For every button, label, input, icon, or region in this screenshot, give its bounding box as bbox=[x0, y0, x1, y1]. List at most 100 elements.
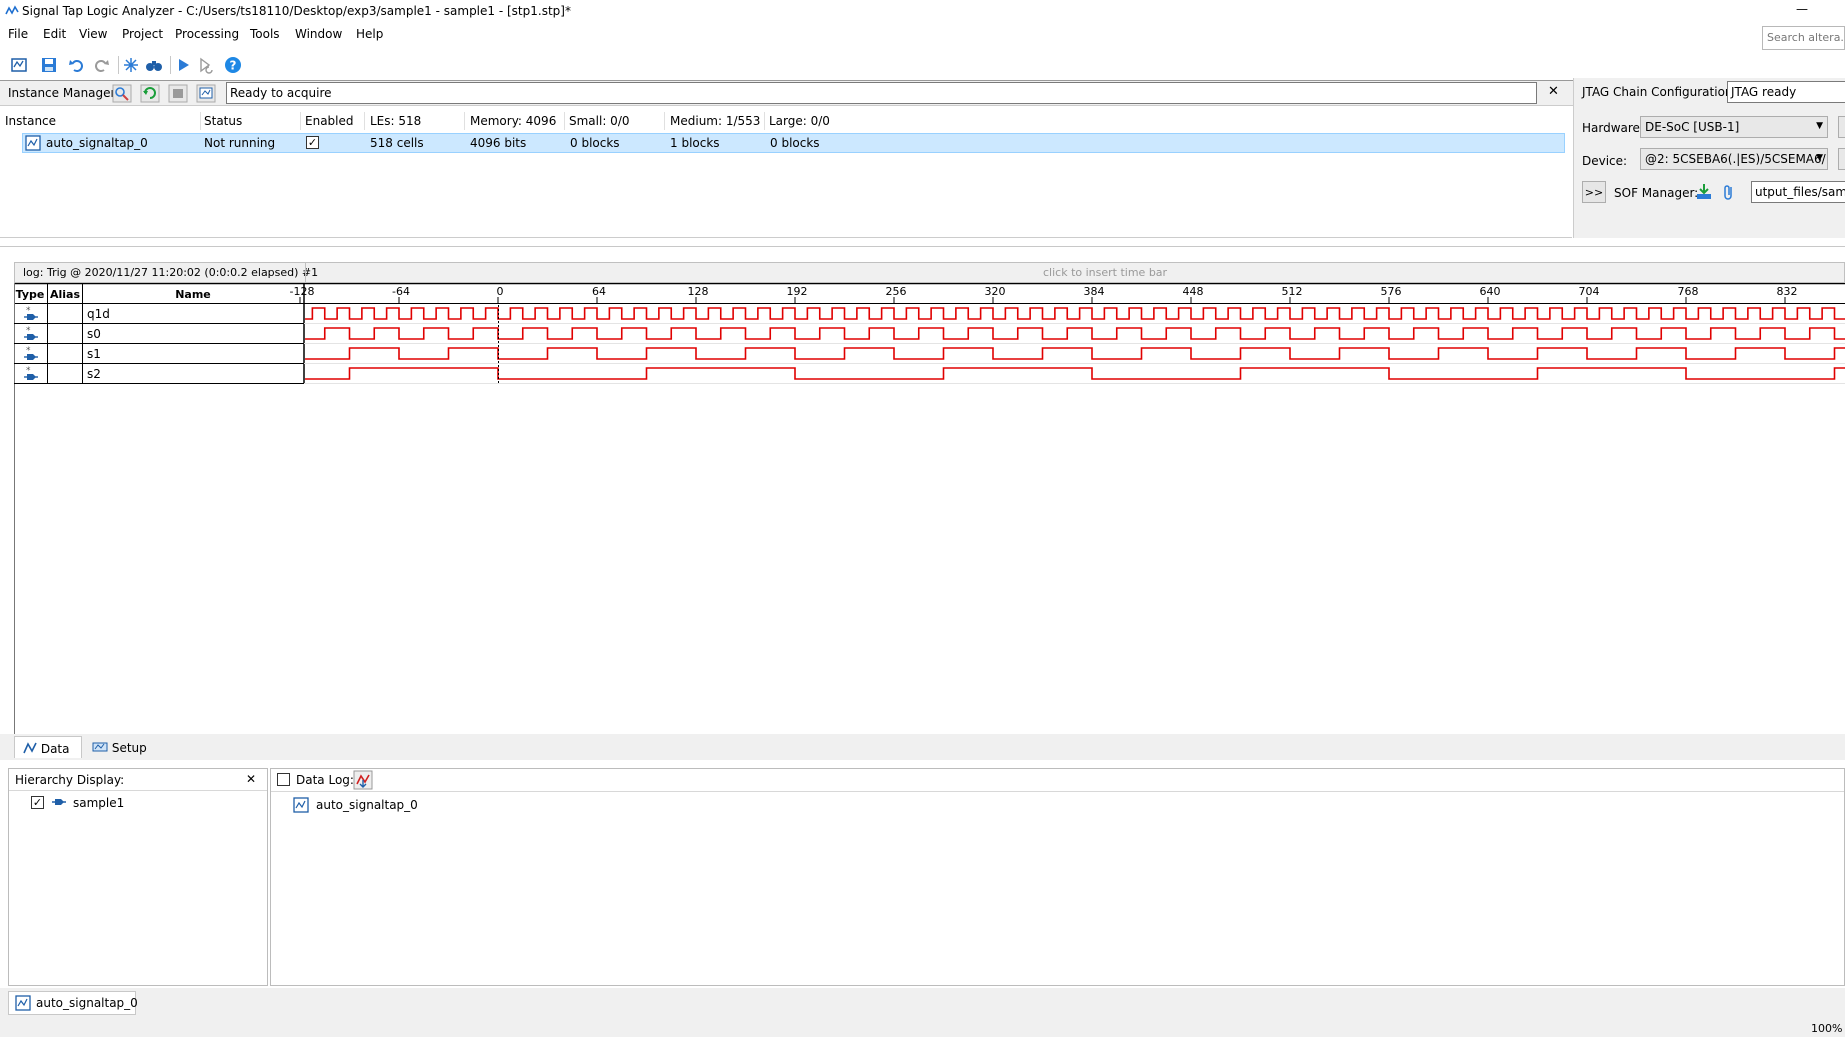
autorun-analysis-icon[interactable] bbox=[140, 84, 160, 103]
app-logo-icon bbox=[5, 5, 19, 15]
signal-name[interactable]: s1 bbox=[87, 347, 101, 361]
hardware-setup-button[interactable] bbox=[1838, 116, 1845, 138]
col-instance[interactable]: Instance bbox=[5, 114, 56, 128]
status-bar bbox=[0, 988, 1845, 1037]
col-enabled[interactable]: Enabled bbox=[305, 114, 354, 128]
menu-tools[interactable]: Tools bbox=[250, 27, 280, 41]
menu-bar: File Edit View Project Processing Tools … bbox=[0, 24, 1845, 46]
window-title: Signal Tap Logic Analyzer - C:/Users/ts1… bbox=[22, 4, 571, 18]
help-icon[interactable]: ? bbox=[224, 56, 242, 74]
svg-text:?: ? bbox=[230, 59, 237, 73]
setup-tab-icon bbox=[92, 742, 108, 752]
tick-label: 448 bbox=[1183, 285, 1204, 298]
jtag-status: JTAG ready bbox=[1731, 85, 1797, 99]
tick-label: 128 bbox=[688, 285, 709, 298]
tab-setup[interactable]: Setup bbox=[84, 736, 160, 758]
menu-window[interactable]: Window bbox=[295, 27, 342, 41]
data-log-item[interactable]: auto_signaltap_0 bbox=[316, 798, 418, 812]
instance-status: Not running bbox=[204, 136, 276, 150]
tick-label: 768 bbox=[1678, 285, 1699, 298]
hardware-value: DE-SoC [USB-1] bbox=[1645, 120, 1740, 134]
save-icon[interactable] bbox=[40, 56, 58, 74]
sof-manager-label: SOF Manager: bbox=[1614, 186, 1699, 200]
instance-icon[interactable] bbox=[10, 56, 28, 74]
menu-view[interactable]: View bbox=[79, 27, 107, 41]
tick-label: 256 bbox=[886, 285, 907, 298]
hierarchy-item-label[interactable]: sample1 bbox=[73, 796, 124, 810]
menu-project[interactable]: Project bbox=[122, 27, 163, 41]
search-input[interactable]: Search altera.com bbox=[1762, 26, 1845, 50]
menu-file[interactable]: File bbox=[8, 27, 28, 41]
hierarchy-item-checkbox[interactable]: ✓ bbox=[31, 796, 44, 809]
tick-label: 576 bbox=[1381, 285, 1402, 298]
col-status[interactable]: Status bbox=[204, 114, 242, 128]
data-log-checkbox[interactable] bbox=[277, 773, 290, 786]
program-device-icon[interactable] bbox=[1694, 182, 1714, 202]
instance-icon bbox=[25, 135, 41, 151]
signal-trace-s2 bbox=[305, 367, 1845, 380]
tick-label: 832 bbox=[1777, 285, 1798, 298]
data-tab-icon bbox=[23, 742, 37, 754]
tick-label: 320 bbox=[985, 285, 1006, 298]
col-medium[interactable]: Medium: 1/553 bbox=[670, 114, 760, 128]
minimize-button[interactable]: — bbox=[1796, 2, 1808, 16]
hierarchy-label: Hierarchy Display: bbox=[15, 773, 125, 787]
tick-label: 704 bbox=[1579, 285, 1600, 298]
binoculars-icon[interactable] bbox=[145, 56, 163, 74]
stop-analysis-icon[interactable] bbox=[168, 84, 188, 103]
device-select[interactable]: @2: 5CSEBA6(.|ES)/5CSEMA6/ ▼ bbox=[1640, 148, 1828, 170]
read-data-icon[interactable] bbox=[196, 84, 216, 103]
tick-label: 384 bbox=[1084, 285, 1105, 298]
col-type: Type bbox=[16, 288, 45, 301]
col-les[interactable]: LEs: 518 bbox=[370, 114, 421, 128]
instance-enabled-checkbox[interactable]: ✓ bbox=[306, 136, 319, 149]
device-value: @2: 5CSEBA6(.|ES)/5CSEMA6/ bbox=[1645, 152, 1826, 166]
hardware-select[interactable]: DE-SoC [USB-1] ▼ bbox=[1640, 116, 1828, 138]
run-analysis-icon[interactable] bbox=[174, 56, 192, 74]
scan-chain-icon[interactable] bbox=[112, 84, 132, 103]
hierarchy-close-button[interactable]: ✕ bbox=[246, 772, 256, 786]
hierarchy-display-panel: Hierarchy Display: ✕ ✓ sample1 bbox=[8, 768, 268, 986]
signal-name[interactable]: q1d bbox=[87, 307, 110, 321]
tab-data[interactable]: Data bbox=[14, 736, 82, 758]
instance-name: auto_signaltap_0 bbox=[46, 136, 148, 150]
instance-small: 0 blocks bbox=[570, 136, 620, 150]
col-small[interactable]: Small: 0/0 bbox=[569, 114, 630, 128]
autorun-icon[interactable] bbox=[197, 56, 215, 74]
menu-processing[interactable]: Processing bbox=[175, 27, 239, 41]
title-bar: Signal Tap Logic Analyzer - C:/Users/ts1… bbox=[0, 0, 1845, 22]
node-finder-icon[interactable] bbox=[122, 56, 140, 74]
undo-icon[interactable] bbox=[68, 56, 86, 74]
scan-chain-button[interactable] bbox=[1838, 148, 1845, 170]
attach-file-icon[interactable] bbox=[1719, 182, 1739, 202]
instance-manager-close-button[interactable]: ✕ bbox=[1548, 84, 1559, 99]
instance-icon bbox=[15, 995, 31, 1011]
waveform-header: log: Trig @ 2020/11/27 11:20:02 (0:0:0.2… bbox=[14, 262, 1845, 283]
expand-button[interactable]: >> bbox=[1582, 181, 1606, 203]
tab-data-label: Data bbox=[40, 742, 70, 756]
tab-setup-label: Setup bbox=[111, 741, 147, 755]
signal-name[interactable]: s0 bbox=[87, 327, 101, 341]
instance-memory: 4096 bits bbox=[470, 136, 527, 150]
redo-icon[interactable] bbox=[92, 56, 110, 74]
col-memory[interactable]: Memory: 4096 bbox=[470, 114, 556, 128]
instance-tab[interactable]: auto_signaltap_0 bbox=[8, 991, 138, 1015]
instance-medium: 1 blocks bbox=[670, 136, 720, 150]
sof-path-field[interactable]: utput_files/samp bbox=[1751, 181, 1845, 203]
zoom-level: 100% bbox=[1811, 1022, 1843, 1035]
data-log-icon[interactable] bbox=[353, 770, 373, 790]
time-ticks: -128 -64 0 64 128 192 256 320 384 448 512 576 640 704… bbox=[290, 285, 1798, 303]
menu-help[interactable]: Help bbox=[356, 27, 383, 41]
instance-row[interactable]: auto_signaltap_0 Not running ✓ 518 cells… bbox=[22, 133, 1565, 153]
signal-trace-s0 bbox=[305, 327, 1845, 340]
waveform-canvas[interactable]: -128 -64 0 64 128 192 256 320 384 448 512 576 640 704… bbox=[14, 283, 1845, 734]
col-large[interactable]: Large: 0/0 bbox=[769, 114, 830, 128]
menu-edit[interactable]: Edit bbox=[43, 27, 66, 41]
tick-label: -64 bbox=[392, 285, 410, 298]
signal-name[interactable]: s2 bbox=[87, 367, 101, 381]
pin-icon bbox=[52, 799, 66, 805]
col-name: Name bbox=[175, 288, 211, 301]
jtag-status-field: JTAG ready bbox=[1727, 81, 1845, 103]
jtag-chain-panel: JTAG Chain Configuration: JTAG ready Har… bbox=[1573, 78, 1845, 238]
timebar-hint[interactable]: click to insert time bar bbox=[1043, 266, 1167, 279]
